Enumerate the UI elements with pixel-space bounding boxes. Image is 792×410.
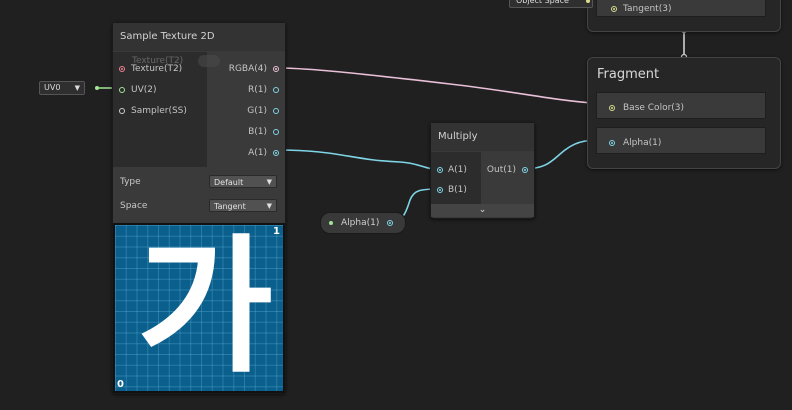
preview-corner-bottom: 0 xyxy=(117,379,124,390)
fragment-slot-base-color[interactable]: Base Color(3) xyxy=(596,92,766,119)
wire-a-to-multiply[interactable] xyxy=(275,149,441,170)
uv-input-node[interactable]: UV0 ▼ xyxy=(39,80,107,96)
type-label: Type xyxy=(120,177,141,187)
vector1-port-icon[interactable] xyxy=(437,167,443,173)
uv-port-icon[interactable] xyxy=(119,87,125,93)
node-ports: A(1) B(1) Out(1) xyxy=(431,152,534,204)
vector1-port-icon[interactable] xyxy=(273,87,279,93)
slot-label: Alpha(1) xyxy=(623,138,662,148)
output-port-g[interactable]: G(1) xyxy=(247,106,279,116)
vertex-context-node[interactable]: Tangent(3) xyxy=(587,0,781,32)
expand-button[interactable]: ⌄ xyxy=(431,204,534,217)
uv-value: UV0 xyxy=(44,83,61,92)
preview-glyph: 가 xyxy=(136,223,274,393)
preview-corner-top: 1 xyxy=(273,226,280,237)
vector1-port-icon[interactable] xyxy=(273,129,279,135)
input-port-uv[interactable]: UV(2) xyxy=(119,85,157,95)
vector1-port-icon[interactable] xyxy=(273,108,279,114)
node-ports: Texture(T2) UV(2) Sampler(SS) RGBA(4) R(… xyxy=(113,52,285,186)
wire-rgba-base-color[interactable] xyxy=(275,67,609,105)
ghost-pill xyxy=(198,55,220,67)
vector3-port-icon[interactable] xyxy=(609,105,615,111)
dropdown-arrow-icon: ▼ xyxy=(266,202,272,210)
sample-texture-2d-node[interactable]: Sample Texture 2D Texture(T2) UV(2) Samp… xyxy=(112,22,286,394)
fragment-context-node[interactable]: Fragment Base Color(3) Alpha(1) xyxy=(587,57,781,169)
ghost-texture-label: Texture(T2) xyxy=(132,56,184,66)
vector1-port-icon[interactable] xyxy=(522,167,528,173)
sampler-port-icon[interactable] xyxy=(119,108,125,114)
dropdown-arrow-icon: ▼ xyxy=(74,84,80,92)
vertex-slot-tangent[interactable]: Tangent(3) xyxy=(596,0,766,17)
output-port-rgba[interactable]: RGBA(4) xyxy=(229,64,279,74)
dropdown-arrow-icon: ▼ xyxy=(266,178,272,186)
texture-port-icon[interactable] xyxy=(119,66,125,72)
vector3-port-icon[interactable] xyxy=(611,6,617,12)
output-port-b[interactable]: B(1) xyxy=(248,127,279,137)
multiply-node[interactable]: Multiply A(1) B(1) Out(1) ⌄ xyxy=(430,122,535,219)
type-dropdown[interactable]: Default ▼ xyxy=(209,175,277,188)
context-title: Fragment xyxy=(597,67,660,82)
node-title[interactable]: Multiply xyxy=(431,123,534,151)
uv-dropdown[interactable]: UV0 ▼ xyxy=(39,81,85,95)
object-space-input[interactable]: Object Space xyxy=(509,0,593,8)
uv-connector-icon[interactable] xyxy=(95,86,99,90)
property-dot-icon xyxy=(329,221,333,225)
vector1-port-icon[interactable] xyxy=(273,150,279,156)
output-port-a[interactable]: A(1) xyxy=(248,148,279,158)
slot-label: Tangent(3) xyxy=(623,4,672,14)
fragment-slot-alpha[interactable]: Alpha(1) xyxy=(596,127,766,154)
alpha-property-node[interactable]: Alpha(1) xyxy=(320,212,406,234)
vector1-port-icon[interactable] xyxy=(437,187,443,193)
node-title[interactable]: Sample Texture 2D xyxy=(113,23,285,51)
texture-preview[interactable]: 가 1 0 xyxy=(113,223,285,393)
rgba-port-icon[interactable] xyxy=(273,66,279,72)
output-port-r[interactable]: R(1) xyxy=(248,85,279,95)
slot-label: Base Color(3) xyxy=(623,103,685,113)
input-port-sampler[interactable]: Sampler(SS) xyxy=(119,106,187,116)
output-column xyxy=(481,152,534,204)
vector1-port-icon[interactable] xyxy=(609,140,615,146)
chevron-down-icon: ⌄ xyxy=(478,205,487,215)
shader-graph-canvas[interactable]: Tangent(3) Object Space UV0 ▼ Sample Tex… xyxy=(0,0,792,410)
property-label: Alpha(1) xyxy=(341,218,380,228)
input-port-b[interactable]: B(1) xyxy=(437,185,467,195)
space-dropdown[interactable]: Tangent ▼ xyxy=(209,199,277,212)
space-label: Space xyxy=(120,201,148,211)
input-port-a[interactable]: A(1) xyxy=(437,165,467,175)
output-port-out[interactable]: Out(1) xyxy=(487,165,528,175)
vector1-port-icon[interactable] xyxy=(387,220,394,226)
node-settings: Type Default ▼ Space Tangent ▼ xyxy=(113,167,285,221)
